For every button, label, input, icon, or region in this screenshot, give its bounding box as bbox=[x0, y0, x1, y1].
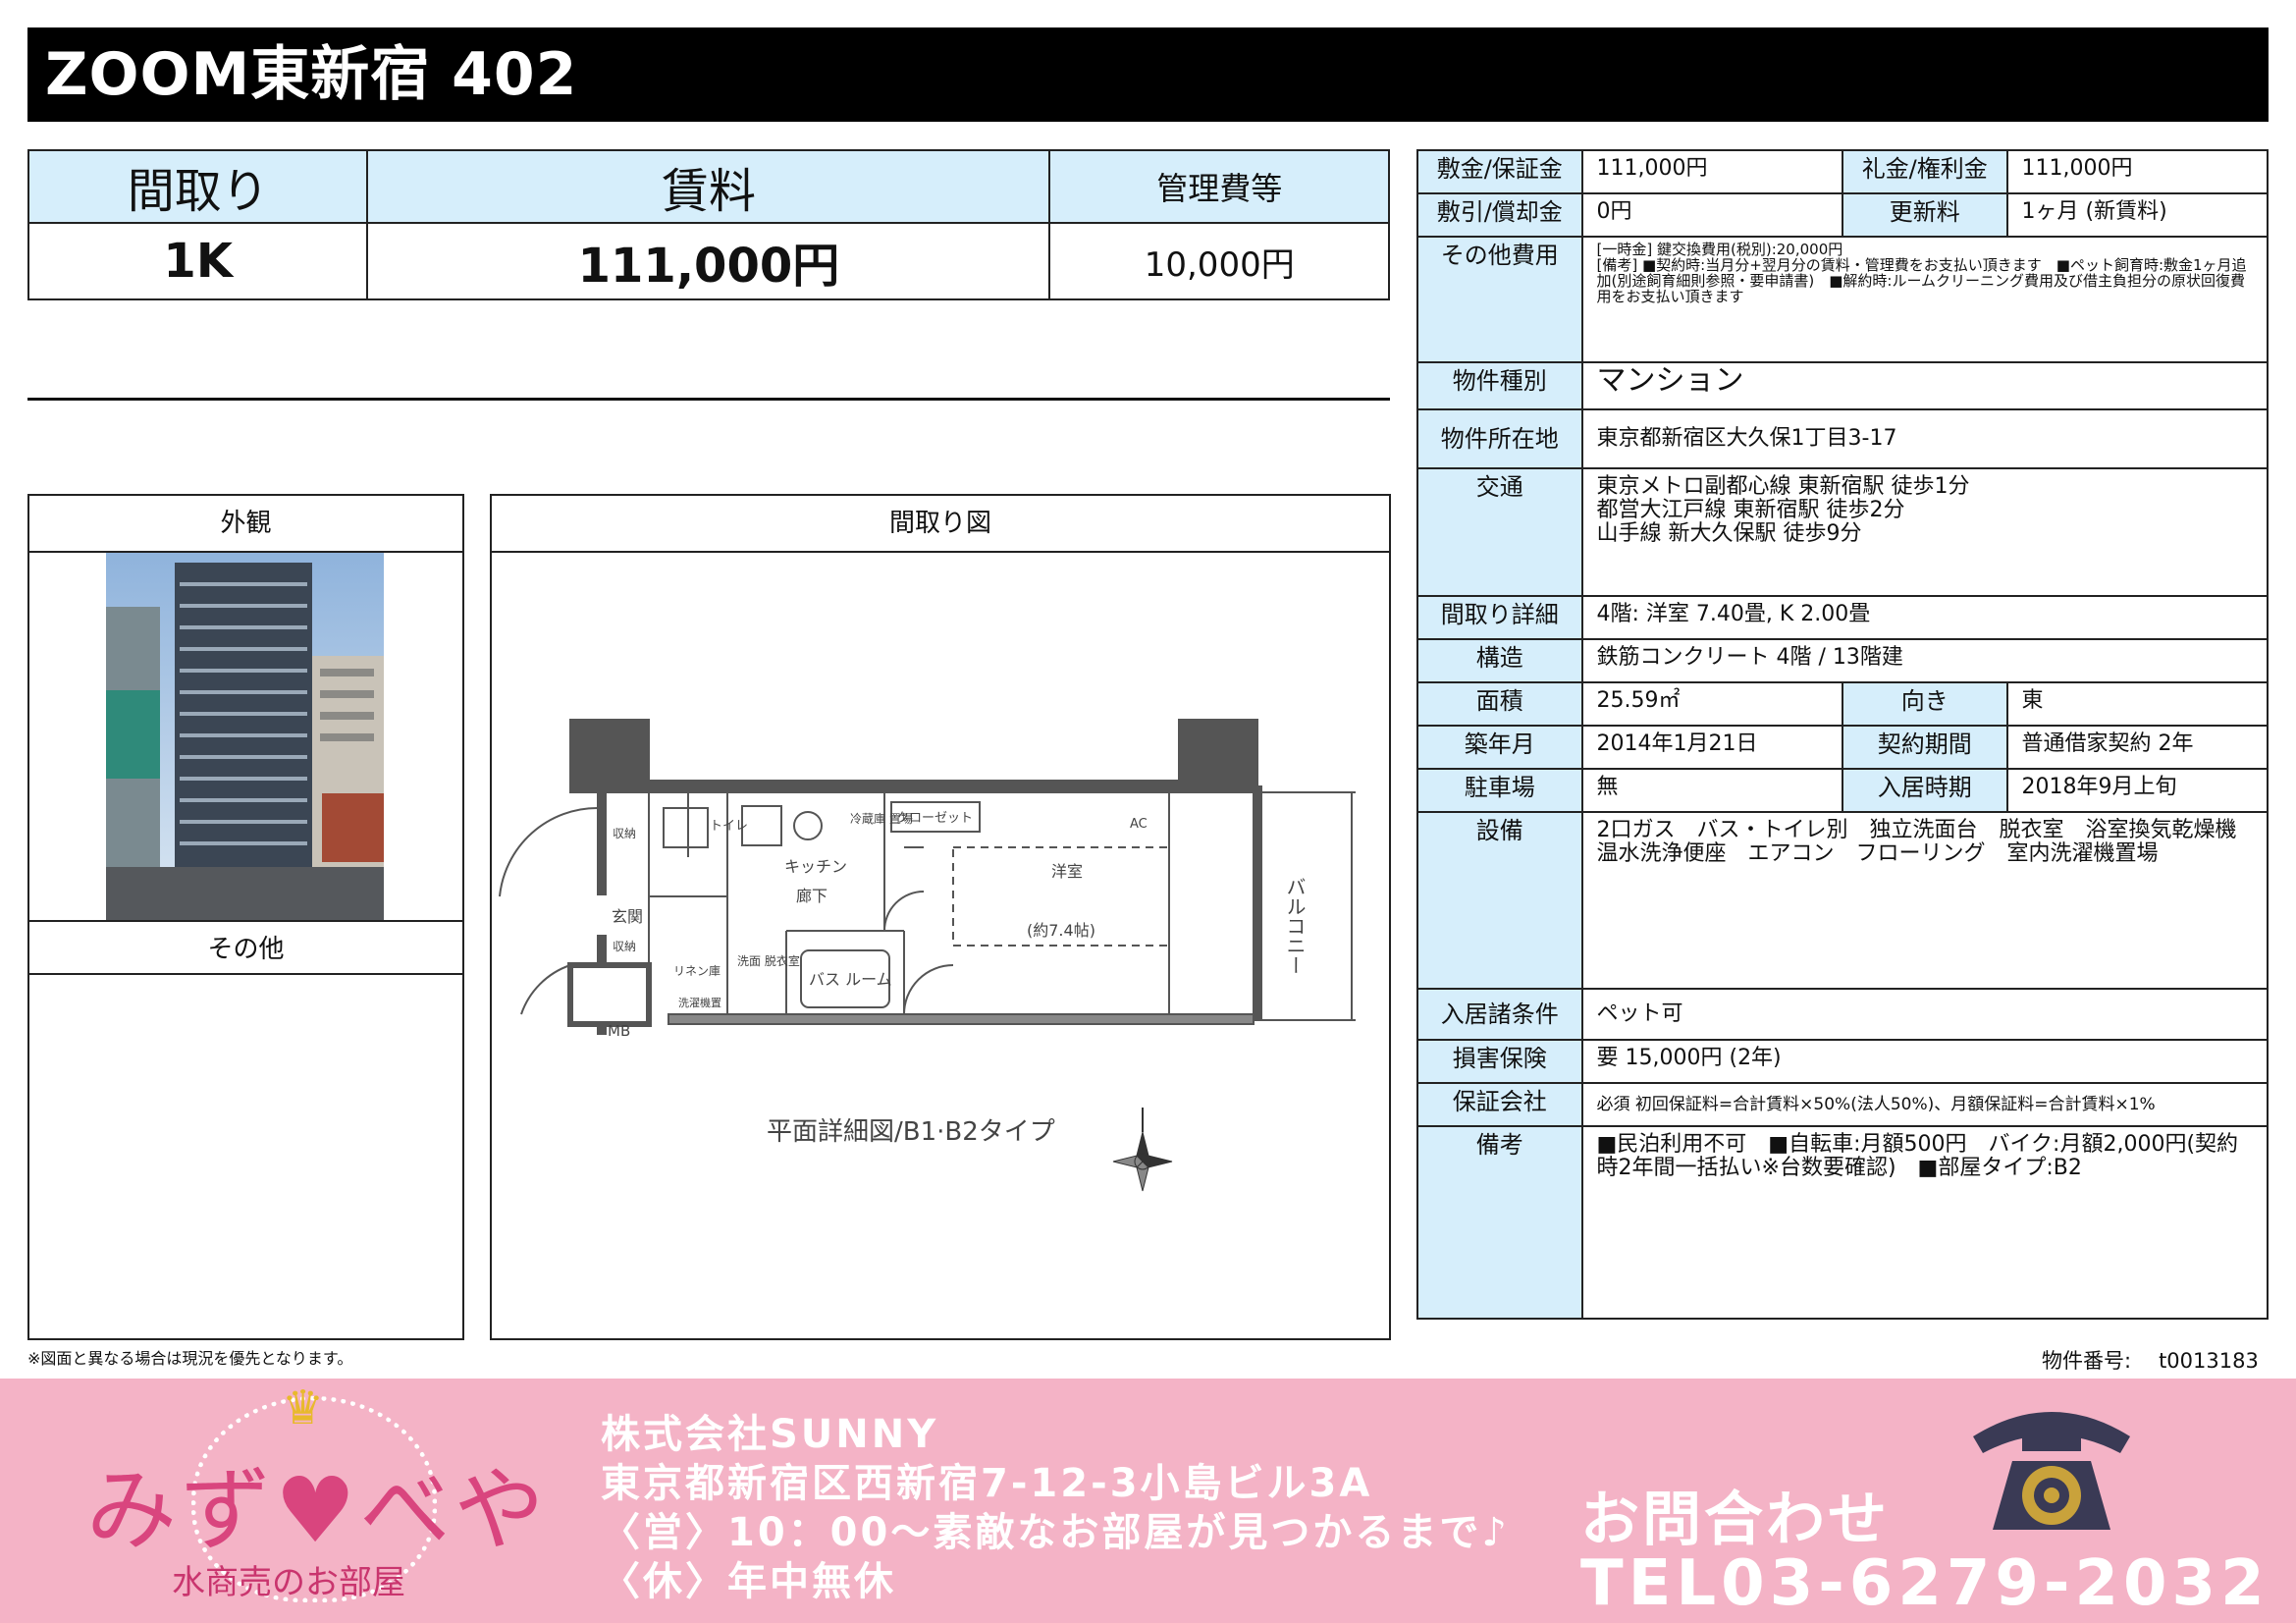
insurance-value: 要 15,000円 (2年) bbox=[1580, 1039, 2269, 1084]
other-cost-label: その他費用 bbox=[1416, 236, 1583, 363]
fee-label: 管理費等 bbox=[1048, 149, 1390, 224]
disclaimer-note: ※図面と異なる場合は現況を優先となります。 bbox=[27, 1349, 353, 1368]
fp-storage1: 収納 bbox=[613, 827, 636, 840]
deduction-value: 0円 bbox=[1580, 192, 1843, 238]
transport-line-1: 東京メトロ副都心線 東新宿駅 徒歩1分 bbox=[1596, 474, 1970, 499]
fp-bath: バス ルーム bbox=[809, 970, 892, 989]
layout-label: 間取り bbox=[27, 149, 369, 224]
exterior-panel: 外観 その他 bbox=[27, 494, 464, 1340]
compass-icon bbox=[1112, 1108, 1173, 1192]
area-label: 面積 bbox=[1416, 681, 1583, 727]
layout-detail-label: 間取り詳細 bbox=[1416, 595, 1583, 640]
renewal-value: 1ヶ月 (新賃料) bbox=[2005, 192, 2269, 238]
location-value: 東京都新宿区大久保1丁目3-17 bbox=[1580, 408, 2269, 469]
phone-number: TEL03-6279-2032 bbox=[1580, 1547, 2269, 1620]
holidays: 〈休〉年中無休 bbox=[601, 1559, 896, 1604]
other-heading: その他 bbox=[29, 920, 462, 975]
guarantee-value: 必須 初回保証料=合計賃料×50%(法人50%)、月額保証料=合計賃料×1% bbox=[1580, 1082, 2269, 1127]
floorplan-panel: 間取り図 キッチン 廊下 洋室 (約7.4帖) クローゼット バス ルーム 玄関… bbox=[490, 494, 1391, 1340]
key-money-label: 礼金/権利金 bbox=[1841, 149, 2008, 194]
exterior-photo bbox=[106, 553, 384, 920]
built-label: 築年月 bbox=[1416, 725, 1583, 770]
property-number: 物件番号: t0013183 bbox=[2042, 1345, 2259, 1375]
conditions-value: ペット可 bbox=[1580, 988, 2269, 1041]
transport-value: 東京メトロ副都心線 東新宿駅 徒歩1分 都営大江戸線 東新宿駅 徒歩2分 山手線… bbox=[1580, 467, 2269, 597]
fp-washer: 洗濯機置 bbox=[678, 996, 721, 1009]
floorplan-caption: 平面詳細図/B1·B2タイプ bbox=[767, 1117, 1055, 1147]
fp-western-size: (約7.4帖) bbox=[1027, 921, 1095, 940]
move-in-value: 2018年9月上旬 bbox=[2005, 768, 2269, 813]
location-label: 物件所在地 bbox=[1416, 408, 1583, 469]
rent-label: 賃料 bbox=[366, 149, 1051, 224]
rent-value: 111,000円 bbox=[366, 222, 1051, 300]
fp-western: 洋室 bbox=[1051, 862, 1083, 881]
type-value: マンション bbox=[1580, 361, 2269, 410]
price-table: 間取り 賃料 管理費等 1K 111,000円 10,000円 bbox=[27, 149, 1390, 300]
type-label: 物件種別 bbox=[1416, 361, 1583, 410]
key-money-value: 111,000円 bbox=[2005, 149, 2269, 194]
divider bbox=[27, 398, 1390, 401]
area-value: 25.59㎡ bbox=[1580, 681, 1843, 727]
transport-label: 交通 bbox=[1416, 467, 1583, 597]
parking-label: 駐車場 bbox=[1416, 768, 1583, 813]
fp-fridge: 冷蔵庫 置場 bbox=[850, 812, 913, 826]
structure-label: 構造 bbox=[1416, 638, 1583, 683]
fp-kitchen: キッチン bbox=[784, 857, 847, 876]
property-number-label: 物件番号: bbox=[2042, 1349, 2132, 1373]
fp-hall: 廊下 bbox=[796, 887, 828, 905]
fp-linen: リネン庫 bbox=[673, 964, 721, 978]
footer-banner: ♛ みず♥べや 水商売のお部屋 株式会社SUNNY 東京都新宿区西新宿7-12-… bbox=[0, 1379, 2296, 1623]
parking-value: 無 bbox=[1580, 768, 1843, 813]
insurance-label: 損害保険 bbox=[1416, 1039, 1583, 1084]
built-value: 2014年1月21日 bbox=[1580, 725, 1843, 770]
contract-value: 普通借家契約 2年 bbox=[2005, 725, 2269, 770]
exterior-heading: 外観 bbox=[29, 496, 462, 553]
floorplan-drawing: キッチン 廊下 洋室 (約7.4帖) クローゼット バス ルーム 玄関 トイレ … bbox=[499, 719, 1356, 1192]
equipment-value: 2口ガス バス・トイレ別 独立洗面台 脱衣室 浴室換気乾燥機 温水洗浄便座 エア… bbox=[1580, 811, 2269, 990]
direction-label: 向き bbox=[1841, 681, 2008, 727]
fp-balcony: バルコニー bbox=[1283, 877, 1307, 975]
structure-value: 鉄筋コンクリート 4階 / 13階建 bbox=[1580, 638, 2269, 683]
remarks-value: ■民泊利用不可 ■自転車:月額500円 バイク:月額2,000円(契約時2年間一… bbox=[1580, 1125, 2269, 1320]
crown-icon: ♛ bbox=[282, 1380, 325, 1435]
detail-table: 敷金/保証金 111,000円 礼金/権利金 111,000円 敷引/償却金 0… bbox=[1416, 149, 2269, 1320]
layout-detail-value: 4階: 洋室 7.40畳, K 2.00畳 bbox=[1580, 595, 2269, 640]
conditions-label: 入居諸条件 bbox=[1416, 988, 1583, 1041]
telephone-icon bbox=[1973, 1412, 2130, 1530]
transport-line-3: 山手線 新大久保駅 徒歩9分 bbox=[1596, 521, 1862, 546]
move-in-label: 入居時期 bbox=[1841, 768, 2008, 813]
contract-label: 契約期間 bbox=[1841, 725, 2008, 770]
deposit-label: 敷金/保証金 bbox=[1416, 149, 1583, 194]
transport-line-2: 都営大江戸線 東新宿駅 徒歩2分 bbox=[1596, 498, 1905, 522]
floorplan-heading: 間取り図 bbox=[492, 496, 1389, 553]
brand-tagline: 水商売のお部屋 bbox=[172, 1563, 405, 1602]
fp-mb: MB bbox=[608, 1022, 630, 1040]
layout-value: 1K bbox=[27, 222, 369, 300]
direction-value: 東 bbox=[2005, 681, 2269, 727]
other-cost-line-1: [一時金] 鍵交換費用(税別):20,000円 bbox=[1596, 241, 1843, 258]
deduction-label: 敷引/償却金 bbox=[1416, 192, 1583, 238]
page-title: ZOOM東新宿 402 bbox=[27, 27, 2269, 122]
remarks-label: 備考 bbox=[1416, 1125, 1583, 1320]
equipment-label: 設備 bbox=[1416, 811, 1583, 990]
fp-ac: AC bbox=[1130, 817, 1148, 832]
property-number-value: t0013183 bbox=[2159, 1349, 2259, 1373]
inquiry-heading: お問合わせ bbox=[1580, 1486, 1890, 1554]
brand-logo: みず♥べや bbox=[86, 1458, 549, 1563]
guarantee-label: 保証会社 bbox=[1416, 1082, 1583, 1127]
fp-toilet: トイレ bbox=[710, 819, 748, 834]
fp-washroom: 洗面 脱衣室 bbox=[737, 953, 800, 968]
other-cost-line-2: [備考] ■契約時:当月分+翌月分の賃料・管理費をお支払い頂きます ■ペット飼育… bbox=[1596, 256, 2247, 305]
fee-value: 10,000円 bbox=[1048, 222, 1390, 300]
other-cost-value: [一時金] 鍵交換費用(税別):20,000円 [備考] ■契約時:当月分+翌月… bbox=[1580, 236, 2269, 363]
renewal-label: 更新料 bbox=[1841, 192, 2008, 238]
fp-storage2: 収納 bbox=[613, 940, 636, 953]
deposit-value: 111,000円 bbox=[1580, 149, 1843, 194]
fp-entrance: 玄関 bbox=[612, 907, 643, 926]
